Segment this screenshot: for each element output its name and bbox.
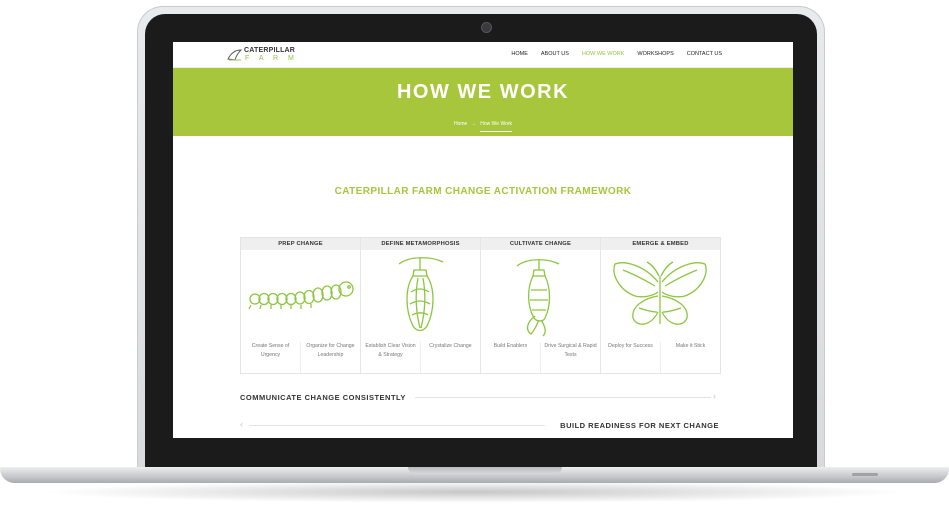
cocoon-icon [398,257,444,332]
item-label: Deploy for Success [608,343,653,349]
butterfly-icon [613,261,707,325]
breadcrumb-arrow-icon: → [471,121,477,127]
column-heading: EMERGE & EMBED [601,238,720,250]
logo-wordmark-bottom: F A R M [245,55,298,62]
top-navigation: CATERPILLAR F A R M HOME ABOUT US HOW WE… [173,42,793,68]
nav-home[interactable]: HOME [511,51,528,57]
framework-item: Drive Surgical & Rapid Tests [541,342,600,373]
emerging-butterfly-icon [516,259,560,337]
nav-how-we-work[interactable]: HOW WE WORK [582,51,624,57]
communicate-row-line [415,397,711,398]
framework-heading: CATERPILLAR FARM CHANGE ACTIVATION FRAME… [334,186,632,197]
framework-item: Organize for Change Leadership [301,342,360,373]
breadcrumb-current: How We Work [480,121,513,132]
framework-item: Create Sense of Urgency [241,342,301,373]
framework-table: PREP CHANGE Create Sense of Urgency Orga… [240,237,721,374]
breadcrumb-home-link[interactable]: Home [454,121,467,127]
item-label: Establish Clear Vision & Strategy [365,343,416,358]
chevron-left-icon[interactable]: ‹ [240,419,243,429]
laptop-port [852,473,878,476]
webcam-icon [482,23,491,32]
framework-column-prep-change: PREP CHANGE Create Sense of Urgency Orga… [241,238,361,373]
nav-workshops[interactable]: WORKSHOPS [637,51,673,57]
laptop-notch [408,467,562,474]
framework-item: Establish Clear Vision & Strategy [361,342,421,373]
website-screen: CATERPILLAR F A R M HOME ABOUT US HOW WE… [173,42,793,438]
nav-about-us[interactable]: ABOUT US [541,51,569,57]
build-row-label: BUILD READINESS FOR NEXT CHANGE [560,421,719,430]
caterpillar-icon [248,281,354,310]
framework-column-define-metamorphosis: DEFINE METAMORPHOSIS Establish Clear Vis… [361,238,481,373]
column-heading: PREP CHANGE [241,238,360,250]
framework-item: Build Enablers [481,342,541,373]
framework-column-emerge-embed: EMERGE & EMBED Deploy for Success Make i… [601,238,720,373]
item-label: Create Sense of Urgency [251,343,290,358]
column-heading: DEFINE METAMORPHOSIS [361,238,480,250]
nav-contact-us[interactable]: CONTACT US [687,51,722,57]
page-title: HOW WE WORK [396,81,570,103]
main-menu: HOME ABOUT US HOW WE WORK WORKSHOPS CONT… [511,51,722,57]
logo-wordmark-top: CATERPILLAR [244,47,296,54]
framework-item: Crystalize Change [421,342,480,373]
build-row-line [249,425,545,426]
item-label: Organize for Change Leadership [306,343,355,358]
framework-column-cultivate-change: CULTIVATE CHANGE Build Enablers Drive Su… [481,238,601,373]
chevron-right-icon[interactable]: › [713,391,716,401]
communicate-row-label: COMMUNICATE CHANGE CONSISTENTLY [240,393,406,402]
framework-item: Make it Stick [661,342,720,373]
item-label: Build Enablers [493,343,528,349]
column-heading: CULTIVATE CHANGE [481,238,600,250]
page-hero-banner: HOW WE WORK Home → How We Work [173,68,793,136]
laptop-shadow [40,481,909,503]
item-label: Crystalize Change [429,343,472,349]
framework-item: Deploy for Success [601,342,661,373]
butterfly-logo-icon [227,49,243,61]
item-label: Drive Surgical & Rapid Tests [544,343,597,358]
breadcrumb: Home → How We Work [173,121,793,132]
item-label: Make it Stick [675,343,706,349]
